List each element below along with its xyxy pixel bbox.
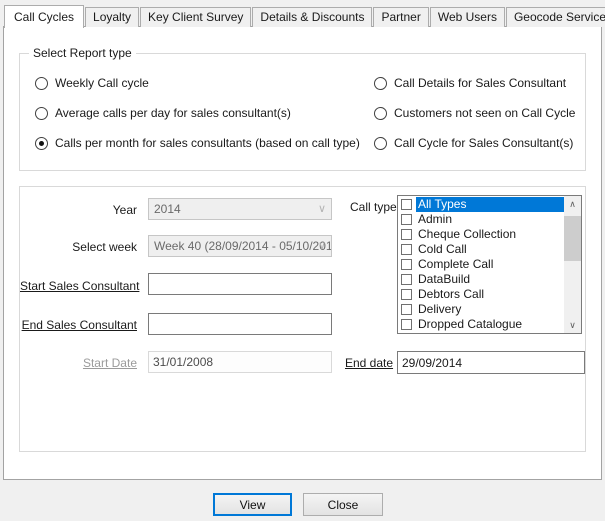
tab-key-client-survey[interactable]: Key Client Survey: [140, 7, 252, 27]
checkbox-icon[interactable]: [401, 289, 412, 300]
tab-details-discounts[interactable]: Details & Discounts: [252, 7, 373, 27]
select-week-dropdown: Week 40 (28/09/2014 - 05/10/201 ∨: [148, 235, 332, 257]
checkbox-icon[interactable]: [401, 229, 412, 240]
list-item-all-types[interactable]: All Types: [398, 197, 564, 212]
radio-icon: [374, 76, 387, 90]
checkbox-icon[interactable]: [401, 214, 412, 225]
list-item-label: Dropped Catalogue: [418, 317, 523, 331]
radio-average-calls-per-day[interactable]: Average calls per day for sales consulta…: [35, 106, 291, 120]
report-type-group-title: Select Report type: [29, 46, 136, 60]
radio-icon: [374, 136, 387, 150]
scroll-up-icon[interactable]: ∧: [564, 196, 581, 212]
radio-label: Call Details for Sales Consultant: [394, 76, 567, 90]
end-sales-consultant-label[interactable]: End Sales Consultant: [20, 318, 137, 332]
scroll-down-icon[interactable]: ∨: [564, 317, 581, 333]
chevron-down-icon: ∨: [317, 203, 326, 215]
tab-page-call-cycles: Select Report type Weekly Call cycle Ave…: [3, 26, 602, 480]
radio-customers-not-seen[interactable]: Customers not seen on Call Cycle: [374, 106, 575, 120]
radio-label: Customers not seen on Call Cycle: [394, 106, 576, 120]
radio-call-cycle-for-sales-consultant[interactable]: Call Cycle for Sales Consultant(s): [374, 136, 573, 150]
radio-icon-checked: [35, 136, 48, 150]
radio-label: Calls per month for sales consultants (b…: [55, 136, 360, 150]
radio-icon: [35, 106, 48, 120]
checkbox-icon[interactable]: [401, 244, 412, 255]
tab-call-cycles[interactable]: Call Cycles: [4, 5, 85, 28]
report-dialog: { "tabs": ["Call Cycles", "Loyalty", "Ke…: [0, 0, 605, 521]
radio-label: Call Cycle for Sales Consultant(s): [394, 136, 574, 150]
view-button[interactable]: View: [213, 493, 292, 516]
list-item-cheque-collection[interactable]: Cheque Collection: [398, 227, 564, 242]
checkbox-icon[interactable]: [401, 259, 412, 270]
end-date-input[interactable]: [397, 351, 585, 374]
call-type-scrollbar[interactable]: ∧ ∨: [564, 196, 581, 333]
start-date-input: [148, 351, 332, 373]
start-sales-consultant-label[interactable]: Start Sales Consultant: [20, 279, 139, 293]
list-item-admin[interactable]: Admin: [398, 212, 564, 227]
list-item-delivery[interactable]: Delivery: [398, 302, 564, 317]
checkbox-icon[interactable]: [401, 199, 412, 210]
tab-web-users[interactable]: Web Users: [429, 7, 505, 27]
tab-partner[interactable]: Partner: [373, 7, 429, 27]
start-date-label: Start Date: [82, 356, 137, 370]
list-item-label: Delivery: [418, 302, 462, 316]
radio-label: Average calls per day for sales consulta…: [55, 106, 291, 120]
scrollbar-thumb[interactable]: [564, 216, 581, 261]
start-sales-consultant-input[interactable]: [148, 273, 332, 295]
end-date-label[interactable]: End date: [345, 356, 393, 370]
radio-calls-per-month[interactable]: Calls per month for sales consultants (b…: [35, 136, 360, 150]
filters-group: Year 2014 ∨ Select week Week 40 (28/09/2…: [19, 186, 586, 452]
radio-weekly-call-cycle[interactable]: Weekly Call cycle: [35, 76, 149, 90]
list-item-cold-call[interactable]: Cold Call: [398, 242, 564, 257]
list-item-dropped-catalogue[interactable]: Dropped Catalogue: [398, 317, 564, 332]
list-item-label: Admin: [418, 212, 453, 226]
select-week-value: Week 40 (28/09/2014 - 05/10/201: [154, 239, 332, 253]
year-value: 2014: [154, 202, 181, 216]
select-week-label: Select week: [72, 240, 137, 254]
radio-icon: [35, 76, 48, 90]
year-label: Year: [112, 203, 137, 217]
call-type-label: Call type: [350, 200, 397, 214]
call-type-listbox: All Types Admin Cheque Collection Cold C…: [397, 195, 582, 334]
chevron-down-icon: ∨: [317, 240, 326, 252]
checkbox-icon[interactable]: [401, 274, 412, 285]
radio-call-details-for-sales-consultant[interactable]: Call Details for Sales Consultant: [374, 76, 566, 90]
radio-label: Weekly Call cycle: [55, 76, 149, 90]
tab-strip: Call Cycles Loyalty Key Client Survey De…: [4, 4, 605, 28]
call-type-items: All Types Admin Cheque Collection Cold C…: [398, 196, 564, 333]
list-item-label: All Types: [416, 197, 564, 212]
list-item-debtors-call[interactable]: Debtors Call: [398, 287, 564, 302]
year-dropdown: 2014 ∨: [148, 198, 332, 220]
tab-loyalty[interactable]: Loyalty: [85, 7, 140, 27]
report-type-group: Select Report type Weekly Call cycle Ave…: [19, 46, 586, 171]
end-sales-consultant-input[interactable]: [148, 313, 332, 335]
list-item-label: Debtors Call: [418, 287, 485, 301]
list-item-label: Complete Call: [418, 257, 494, 271]
list-item-label: Cold Call: [418, 242, 467, 256]
radio-icon: [374, 106, 387, 120]
list-item-complete-call[interactable]: Complete Call: [398, 257, 564, 272]
checkbox-icon[interactable]: [401, 304, 412, 315]
list-item-label: Cheque Collection: [418, 227, 517, 241]
tab-geocode-service-results[interactable]: Geocode Service Results: [505, 7, 605, 27]
list-item-databuild[interactable]: DataBuild: [398, 272, 564, 287]
checkbox-icon[interactable]: [401, 319, 412, 330]
list-item-label: DataBuild: [418, 272, 471, 286]
close-button[interactable]: Close: [303, 493, 383, 516]
